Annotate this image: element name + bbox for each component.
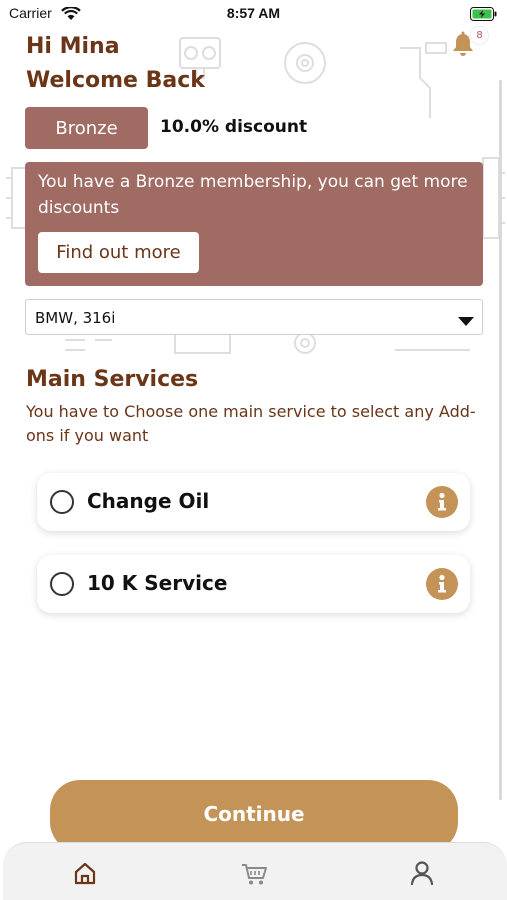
vehicle-select-value: BMW, 316i xyxy=(35,309,116,327)
notification-count-badge: 8 xyxy=(470,26,489,45)
service-option-change-oil[interactable]: Change Oil xyxy=(37,473,470,531)
vehicle-select[interactable]: BMW, 316i xyxy=(25,299,483,335)
info-icon[interactable] xyxy=(426,568,458,600)
membership-tier-badge: Bronze xyxy=(25,107,148,149)
info-icon[interactable] xyxy=(426,486,458,518)
service-option-10k-service[interactable]: 10 K Service xyxy=(37,555,470,613)
profile-icon[interactable] xyxy=(407,858,437,888)
service-label: Change Oil xyxy=(87,489,210,513)
home-icon[interactable] xyxy=(70,858,100,888)
status-bar: Carrier 8:57 AM xyxy=(0,0,507,28)
battery-charging-icon xyxy=(470,6,498,25)
greeting-welcome: Welcome Back xyxy=(26,68,205,93)
scroll-indicator[interactable] xyxy=(499,80,502,800)
membership-message: You have a Bronze membership, you can ge… xyxy=(38,172,468,218)
find-out-more-button[interactable]: Find out more xyxy=(38,232,199,273)
membership-promo-card: You have a Bronze membership, you can ge… xyxy=(25,162,483,286)
main-services-description: You have to Choose one main service to s… xyxy=(26,402,476,445)
cart-icon[interactable] xyxy=(239,858,269,888)
radio-button[interactable] xyxy=(50,490,74,514)
caret-down-icon xyxy=(457,312,475,331)
status-time: 8:57 AM xyxy=(226,5,281,21)
greeting-name: Hi Mina xyxy=(26,34,120,59)
radio-button[interactable] xyxy=(50,572,74,596)
main-services-title: Main Services xyxy=(26,367,199,392)
discount-label: 10.0% discount xyxy=(160,117,308,137)
service-label: 10 K Service xyxy=(87,571,228,595)
greeting: Hi Mina Welcome Back xyxy=(26,30,205,98)
bottom-nav-bar xyxy=(3,842,507,900)
